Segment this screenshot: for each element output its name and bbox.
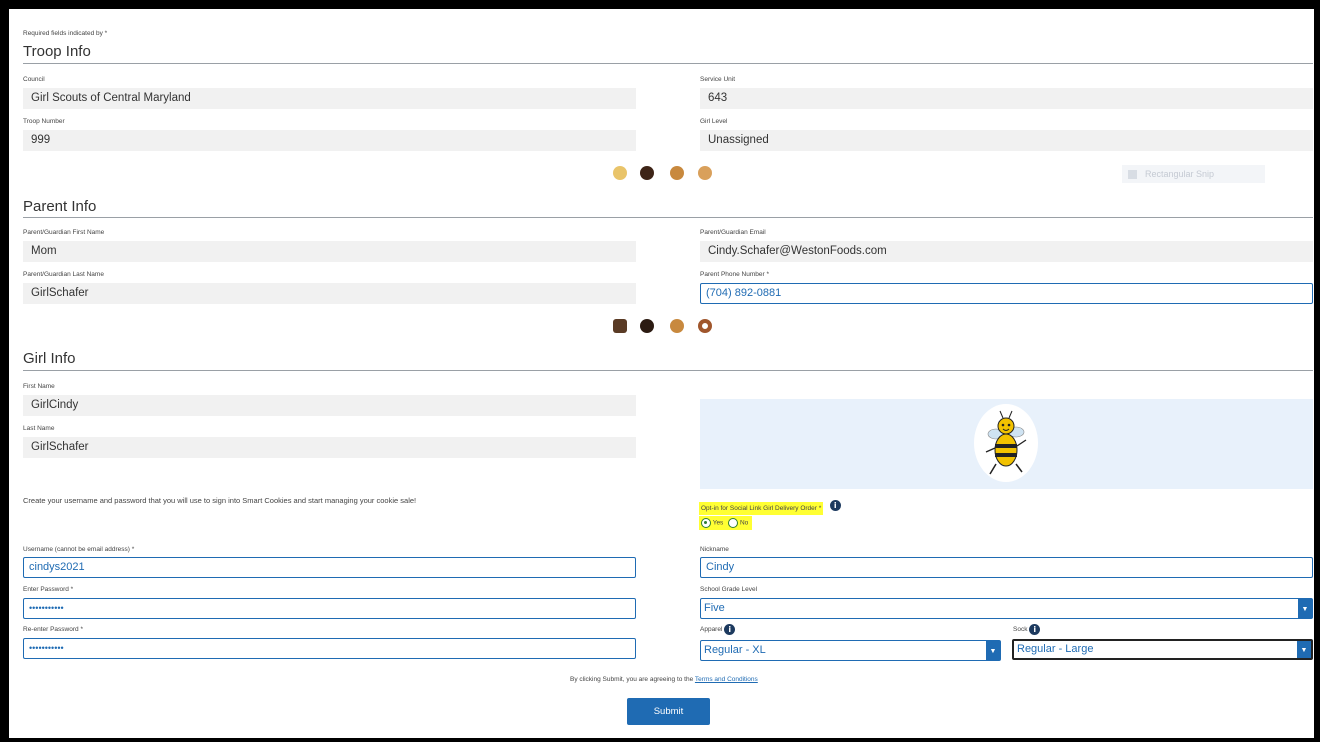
snip-label: Rectangular Snip — [1145, 169, 1215, 179]
opt-in-label: Opt-in for Social Link Girl Delivery Ord… — [699, 502, 824, 515]
nickname-label: Nickname — [700, 546, 729, 553]
sock-value: Regular - Large — [1017, 643, 1094, 655]
avatar-circle[interactable] — [974, 404, 1038, 482]
cookie-icon — [670, 166, 684, 180]
girl-first-name-field: GirlCindy — [23, 395, 636, 416]
terms-text: By clicking Submit, you are agreeing to … — [570, 676, 758, 683]
parent-email-label: Parent/Guardian Email — [700, 229, 766, 236]
submit-button[interactable]: Submit — [627, 698, 710, 725]
info-icon[interactable]: i — [1029, 624, 1041, 635]
parent-last-name-field: GirlSchafer — [23, 283, 636, 304]
window-frame-left — [0, 0, 9, 742]
cookie-icon — [670, 319, 684, 333]
required-fields-note: Required fields indicated by * — [23, 30, 108, 37]
parent-phone-input[interactable]: (704) 892-0881 — [700, 283, 1313, 304]
girl-last-name-field: GirlSchafer — [23, 437, 636, 458]
parent-phone-label: Parent Phone Number * — [700, 271, 770, 278]
girl-first-name-label: First Name — [23, 383, 55, 390]
girl-level-field: Unassigned — [700, 130, 1313, 151]
opt-in-no-radio[interactable] — [728, 518, 739, 528]
service-unit-field: 643 — [700, 88, 1313, 109]
council-label: Council — [23, 76, 45, 83]
create-account-text: Create your username and password that y… — [23, 496, 417, 505]
parent-info-divider — [23, 217, 1313, 218]
girl-level-label: Girl Level — [700, 118, 728, 125]
school-grade-label: School Grade Level — [700, 586, 758, 593]
info-icon[interactable]: i — [724, 624, 736, 635]
school-grade-value: Five — [704, 602, 725, 614]
password-confirm-input[interactable]: ••••••••••• — [23, 638, 636, 659]
username-label: Username (cannot be email address) * — [23, 546, 135, 553]
bee-mascot-image — [985, 410, 1027, 475]
rectangular-snip-overlay: Rectangular Snip — [1122, 165, 1265, 183]
window-frame-top — [0, 0, 1320, 9]
apparel-select[interactable]: Regular - XL ▼ — [700, 640, 1001, 661]
troop-info-divider — [23, 63, 1313, 64]
girl-info-title: Girl Info — [23, 350, 76, 367]
terms-link[interactable]: Terms and Conditions — [695, 676, 758, 683]
avatar-panel — [700, 399, 1313, 489]
parent-info-title: Parent Info — [23, 198, 97, 215]
cookie-icon — [640, 166, 654, 180]
troop-number-field: 999 — [23, 130, 636, 151]
opt-in-yes-label: Yes — [712, 519, 724, 527]
parent-first-name-field: Mom — [23, 241, 636, 262]
caret-down-icon[interactable]: ▼ — [1297, 641, 1311, 658]
apparel-label: Apparel — [700, 626, 723, 634]
opt-in-yes-radio[interactable] — [701, 518, 711, 528]
girl-last-name-label: Last Name — [23, 425, 55, 432]
nickname-input[interactable]: Cindy — [700, 557, 1313, 578]
cookie-icon — [698, 166, 712, 180]
window-frame-right — [1314, 0, 1320, 742]
parent-first-name-label: Parent/Guardian First Name — [23, 229, 105, 236]
password-confirm-label: Re-enter Password * — [23, 626, 83, 633]
council-field: Girl Scouts of Central Maryland — [23, 88, 636, 109]
username-input[interactable]: cindys2021 — [23, 557, 636, 578]
cookie-icon — [613, 166, 627, 180]
parent-last-name-label: Parent/Guardian Last Name — [23, 271, 104, 278]
caret-down-icon[interactable]: ▼ — [986, 641, 1000, 660]
troop-info-title: Troop Info — [23, 43, 91, 60]
parent-email-field: Cindy.Schafer@WestonFoods.com — [700, 241, 1313, 262]
cookie-icon — [640, 319, 654, 333]
window-frame-bottom — [0, 738, 1320, 742]
cookie-icon — [613, 319, 627, 333]
service-unit-label: Service Unit — [700, 76, 736, 83]
info-icon[interactable]: i — [829, 500, 841, 512]
apparel-value: Regular - XL — [704, 644, 766, 656]
opt-in-no-label: No — [739, 519, 749, 527]
school-grade-select[interactable]: Five ▼ — [700, 598, 1313, 619]
sock-select[interactable]: Regular - Large ▼ — [1012, 639, 1313, 660]
sock-label: Sock — [1013, 626, 1028, 634]
password-label: Enter Password * — [23, 586, 74, 593]
password-input[interactable]: ••••••••••• — [23, 598, 636, 619]
opt-in-radio-group: Yes No — [699, 516, 753, 530]
snip-icon — [1128, 170, 1137, 180]
apparel-label-row: Apparel i — [700, 624, 736, 635]
troop-number-label: Troop Number — [23, 118, 65, 125]
terms-prefix: By clicking Submit, you are agreeing to … — [570, 676, 694, 683]
girl-info-divider — [23, 370, 1313, 371]
sock-label-row: Sock i — [1013, 624, 1041, 635]
cookie-icon — [698, 319, 712, 333]
caret-down-icon[interactable]: ▼ — [1298, 599, 1312, 618]
opt-in-row: Opt-in for Social Link Girl Delivery Ord… — [699, 497, 841, 515]
